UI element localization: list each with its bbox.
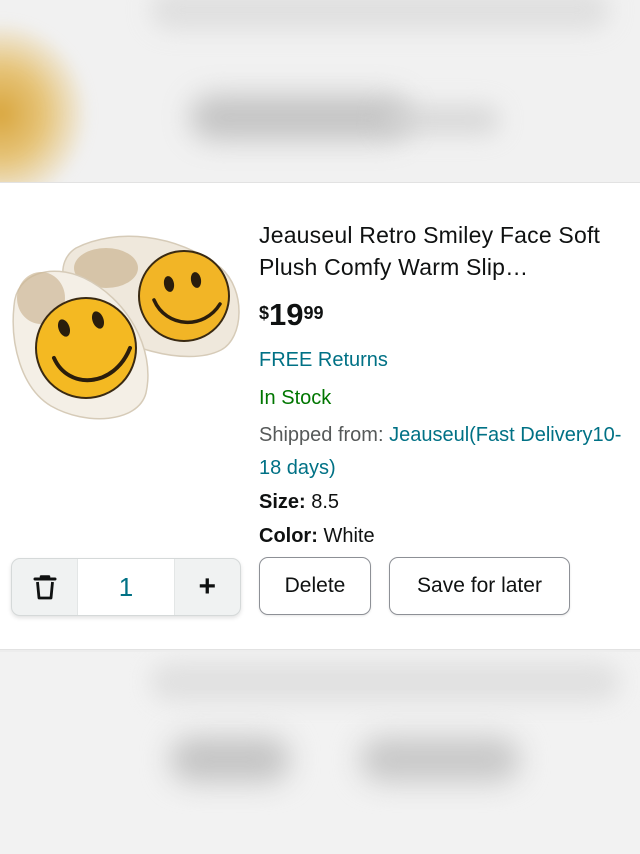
blurred-background-bottom: [0, 652, 640, 854]
product-image[interactable]: [6, 228, 244, 428]
decrease-quantity-button[interactable]: [12, 559, 77, 615]
trash-icon: [33, 575, 57, 600]
blurred-text-smudge: [380, 105, 500, 135]
size-attribute: Size: 8.5: [259, 485, 629, 519]
blurred-text-smudge: [150, 662, 620, 702]
price-currency-symbol: $: [259, 303, 270, 323]
color-attribute: Color: White: [259, 519, 629, 553]
size-label: Size:: [259, 491, 306, 513]
stock-status: In Stock: [259, 387, 332, 409]
free-returns-link[interactable]: FREE Returns: [259, 349, 629, 372]
blurred-text-smudge: [190, 95, 410, 140]
increase-quantity-button[interactable]: +: [175, 559, 240, 615]
blurred-button-smudge: [170, 737, 290, 782]
save-for-later-button[interactable]: Save for later: [389, 557, 570, 615]
blurred-background-top: [0, 0, 640, 182]
product-title[interactable]: Jeauseul Retro Smiley Face Soft Plush Co…: [259, 219, 629, 283]
shipped-from-label: Shipped from:: [259, 424, 384, 446]
quantity-value[interactable]: 1: [77, 559, 175, 615]
price-whole: 19: [269, 297, 304, 332]
product-price: $ 19 99: [259, 297, 629, 337]
product-info: Jeauseul Retro Smiley Face Soft Plush Co…: [259, 219, 629, 553]
price-fraction: 99: [303, 303, 324, 323]
blurred-button-smudge: [360, 737, 520, 782]
size-value: 8.5: [311, 491, 340, 513]
color-value: White: [323, 525, 375, 547]
blurred-product-glow: [0, 20, 90, 182]
shipped-from: Shipped from: Jeauseul(Fast Delivery10-1…: [259, 419, 629, 485]
cart-item-card: Jeauseul Retro Smiley Face Soft Plush Co…: [0, 183, 640, 649]
blurred-text-smudge: [150, 0, 610, 30]
delete-button[interactable]: Delete: [259, 557, 371, 615]
color-label: Color:: [259, 525, 318, 547]
quantity-stepper: 1 +: [11, 558, 241, 616]
